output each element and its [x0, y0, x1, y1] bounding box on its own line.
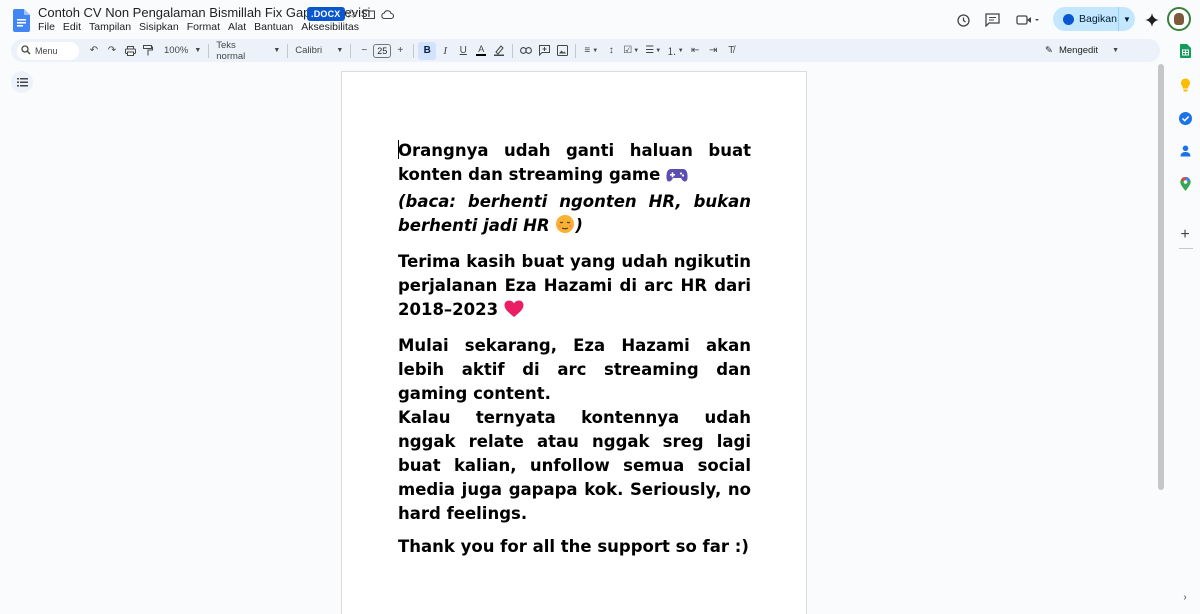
- paint-format-icon[interactable]: [139, 42, 157, 60]
- mode-value: Mengedit: [1058, 44, 1099, 56]
- zoom-select[interactable]: 100% ▼: [161, 42, 204, 60]
- heart-icon: [504, 300, 524, 325]
- clear-formatting-icon[interactable]: T̸: [722, 42, 740, 60]
- pencil-icon: ✎: [1045, 44, 1053, 56]
- keep-icon[interactable]: [1178, 78, 1192, 92]
- side-panel: + ›: [1171, 38, 1200, 614]
- redo-icon[interactable]: ↷: [103, 42, 121, 60]
- menu-help[interactable]: Bantuan: [254, 21, 293, 33]
- chevron-down-icon: ▼: [194, 47, 202, 54]
- title-bar: Contoh CV Non Pengalaman Bismillah Fix G…: [0, 0, 1200, 38]
- document-body[interactable]: Orangnya udah ganti haluan buat konten d…: [398, 139, 751, 568]
- toolbar-divider: [287, 43, 289, 58]
- menu-format[interactable]: Format: [187, 21, 220, 33]
- font-select[interactable]: Calibri ▼: [292, 42, 346, 60]
- gemini-icon[interactable]: [1142, 10, 1162, 30]
- search-icon: [21, 44, 31, 57]
- unfollow-text: Kalau ternyata kontennya udah nggak rela…: [398, 408, 751, 523]
- editing-mode-select[interactable]: ✎ Mengedit ▼: [1045, 41, 1119, 59]
- share-main-button[interactable]: Bagikan: [1053, 7, 1119, 31]
- tasks-icon[interactable]: [1178, 111, 1192, 125]
- menu-insert[interactable]: Sisipkan: [139, 21, 179, 33]
- bold-icon[interactable]: B: [418, 41, 437, 60]
- collapse-panel-icon[interactable]: ›: [1178, 590, 1192, 604]
- decrease-font-size-icon[interactable]: −: [355, 42, 373, 60]
- document-outline-button[interactable]: [11, 71, 33, 93]
- paragraph-announcement: Mulai sekarang, Eza Hazami akan lebih ak…: [398, 334, 751, 406]
- share-button[interactable]: Bagikan ▼: [1053, 7, 1135, 31]
- paragraph-intro: Orangnya udah ganti haluan buat konten d…: [398, 139, 751, 241]
- file-type-badge: .DOCX: [307, 7, 345, 21]
- paragraph-unfollow: Kalau ternyata kontennya udah nggak rela…: [398, 406, 751, 526]
- contacts-icon[interactable]: [1178, 144, 1192, 158]
- menu-accessibility[interactable]: Aksesibilitas: [301, 21, 359, 33]
- star-icon[interactable]: ☆: [343, 6, 359, 22]
- toolbar-divider: [575, 43, 577, 58]
- vertical-scrollbar[interactable]: [1158, 64, 1164, 490]
- bulleted-list-icon[interactable]: ☰ ▼: [642, 42, 664, 60]
- undo-icon[interactable]: ↶: [85, 42, 103, 60]
- game-controller-icon: [666, 166, 688, 190]
- meet-icon[interactable]: [1014, 10, 1042, 30]
- font-size-input[interactable]: 25: [373, 43, 392, 58]
- comments-icon[interactable]: [982, 10, 1002, 30]
- toolbar-divider: [208, 43, 210, 58]
- underline-icon[interactable]: U: [454, 42, 472, 60]
- chevron-down-icon: ▼: [1112, 46, 1119, 54]
- document-page[interactable]: Orangnya udah ganti haluan buat konten d…: [341, 71, 807, 614]
- insert-image-icon[interactable]: [553, 42, 571, 60]
- announcement-text: Mulai sekarang, Eza Hazami akan lebih ak…: [398, 336, 751, 403]
- font-value: Calibri: [295, 45, 323, 56]
- formatting-toolbar: Menu ↶ ↷ 100% ▼ Teks normal ▼ Calibri ▼ − 2…: [11, 39, 1160, 62]
- intro-text: Orangnya udah ganti haluan buat konten d…: [398, 141, 751, 184]
- checklist-icon[interactable]: ☑ ▼: [620, 42, 642, 60]
- docs-logo-icon[interactable]: [13, 9, 30, 32]
- menu-file[interactable]: File: [38, 21, 55, 33]
- side-panel-divider: [1179, 248, 1193, 249]
- paragraph-style-select[interactable]: Teks normal ▼: [213, 39, 283, 62]
- cloud-saved-icon[interactable]: [379, 6, 395, 22]
- closing-text: Thank you for all the support so far :): [398, 537, 749, 556]
- chevron-down-icon: ▼: [273, 47, 281, 54]
- increase-indent-icon[interactable]: ⇥: [704, 42, 722, 60]
- style-value: Teks normal: [216, 39, 246, 62]
- align-icon[interactable]: ≡ ▼: [580, 42, 602, 60]
- relieved-face-icon: [555, 214, 575, 241]
- print-icon[interactable]: [121, 42, 139, 60]
- share-dropdown-icon[interactable]: ▼: [1119, 15, 1135, 24]
- thanks-text: Terima kasih buat yang udah ngikutin per…: [398, 252, 751, 319]
- menu-view[interactable]: Tampilan: [89, 21, 131, 33]
- zoom-value: 100%: [164, 45, 189, 56]
- numbered-list-icon[interactable]: ⒈ ▼: [664, 42, 686, 60]
- search-placeholder: Menu: [35, 45, 58, 56]
- menu-bar: File Edit Tampilan Sisipkan Format Alat …: [38, 21, 367, 33]
- add-comment-icon[interactable]: [535, 42, 553, 60]
- search-menus-input[interactable]: Menu: [17, 41, 79, 60]
- share-label: Bagikan: [1079, 13, 1117, 25]
- account-avatar[interactable]: [1167, 7, 1191, 31]
- version-history-icon[interactable]: [953, 10, 973, 30]
- toolbar-divider: [350, 43, 352, 58]
- menu-edit[interactable]: Edit: [63, 21, 81, 33]
- text-color-icon[interactable]: A: [472, 42, 490, 60]
- chevron-down-icon: ▼: [336, 47, 344, 54]
- toolbar-divider: [512, 43, 514, 58]
- intro-aside-close: ): [575, 216, 583, 235]
- toolbar-divider: [413, 43, 415, 58]
- outline-icon: [16, 77, 28, 86]
- italic-icon[interactable]: I: [436, 42, 454, 60]
- move-folder-icon[interactable]: [361, 6, 377, 22]
- insert-link-icon[interactable]: [517, 42, 535, 60]
- increase-font-size-icon[interactable]: +: [391, 42, 409, 60]
- sheets-icon[interactable]: [1178, 44, 1192, 58]
- menu-tools[interactable]: Alat: [228, 21, 246, 33]
- highlight-color-icon[interactable]: [490, 42, 508, 60]
- decrease-indent-icon[interactable]: ⇤: [686, 42, 704, 60]
- maps-icon[interactable]: [1178, 177, 1192, 191]
- line-spacing-icon[interactable]: ↕: [602, 42, 620, 60]
- add-addon-icon[interactable]: +: [1178, 226, 1192, 243]
- paragraph-closing: Thank you for all the support so far :): [398, 535, 751, 559]
- globe-icon: [1063, 13, 1074, 25]
- paragraph-thanks: Terima kasih buat yang udah ngikutin per…: [398, 250, 751, 325]
